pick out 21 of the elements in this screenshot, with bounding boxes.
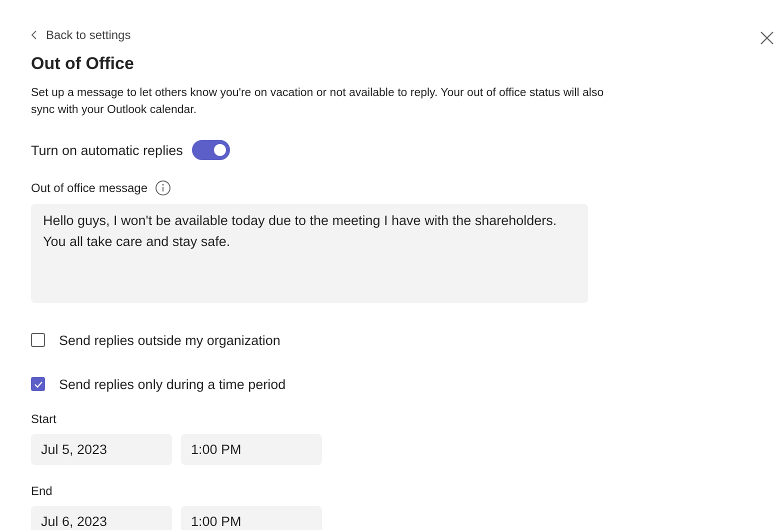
date-field[interactable]: Jul 6, 2023 [31,506,172,530]
field-label: Start [31,412,58,428]
back-link[interactable]: Back to settings [31,26,131,44]
field-label: End [31,484,54,500]
checkbox-label: Send replies only during a time period [59,376,286,392]
field-label: Out of office message [31,181,148,195]
chevron-icon [31,30,37,40]
description: Set up a message to let others know you're on vacation or not available to reply. Your out of office status will also sync with your Outlook calendar. [31,86,605,118]
check-icon [34,380,42,388]
toggle-switch[interactable] [192,140,230,160]
toggle-label: Turn on automatic replies [31,142,183,158]
info-icon[interactable] [154,180,171,196]
checkbox-label: Send replies outside my organization [59,332,280,348]
time-field[interactable]: 1:00 PM [181,434,322,465]
checkbox[interactable] [31,333,45,347]
close-icon[interactable] [760,31,774,45]
date-field[interactable]: Jul 5, 2023 [31,434,172,465]
time-field[interactable]: 1:00 PM [181,506,322,530]
checkbox[interactable] [31,377,45,391]
message-field[interactable]: Hello guys, I won't be available today due to the meeting I have with the shareholders. You all take care and stay safe. [31,204,588,303]
page-title: Out of Office [31,54,135,75]
